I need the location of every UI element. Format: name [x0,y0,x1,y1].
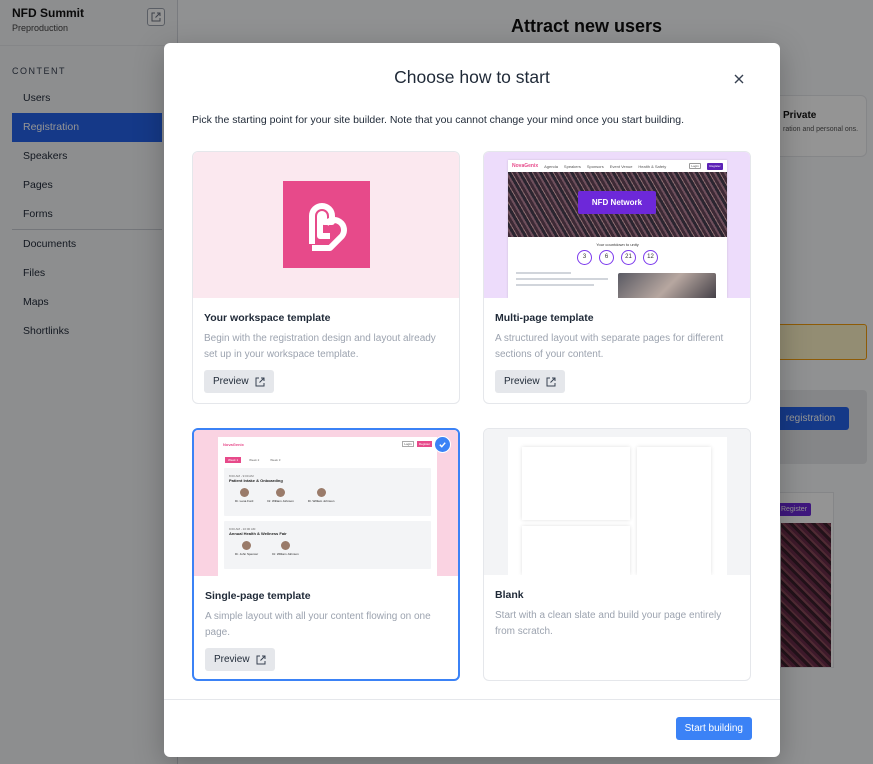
preview-logo: NovaGenix [512,163,539,169]
preview-login: Login [402,441,414,447]
preview-button-workspace[interactable]: Preview [204,370,274,393]
session-title: Annual Health & Wellness Fair [229,531,287,536]
preview-register: Register [707,162,723,170]
countdown-circle: 21 [621,250,636,265]
option-description: A structured layout with separate pages … [495,333,724,360]
preview-label: Preview [504,376,540,387]
close-icon [734,74,744,84]
preview-hero-button: NFD Network [578,191,656,214]
countdown-circle: 12 [643,250,658,265]
start-building-button[interactable]: Start building [675,717,752,740]
option-title: Single-page template [205,590,311,602]
option-title: Multi-page template [495,312,594,324]
multi-page-thumbnail: NovaGenix Agenda Speakers Sponsors Event… [484,152,750,298]
choose-start-dialog: Choose how to start Pick the starting po… [164,43,780,757]
preview-tab: Week 1 [225,457,242,463]
preview-session-block: 9:00 AM - 10:00 AM Annual Health & Welln… [224,521,431,569]
countdown-circle: 3 [577,250,592,265]
session-title: Patient Intake & Onboarding [229,478,283,483]
external-link-icon [546,377,556,386]
preview-countdown-label: Your countdown to unity [596,242,639,247]
option-description: Begin with the registration design and l… [204,333,436,360]
external-link-icon [255,377,265,386]
avatar [242,541,252,550]
preview-text-block [516,272,608,296]
footer-divider [164,699,780,700]
preview-register: Register [417,441,432,447]
workspace-template-thumbnail [193,152,459,298]
option-card-blank[interactable]: Blank Start with a clean slate and build… [483,428,751,681]
preview-nav-link: Sponsors [586,163,604,169]
avatar [316,488,326,497]
avatar [239,488,249,497]
preview-hero: NFD Network [508,172,727,237]
speaker: Dr. William Johnson [272,541,299,556]
session-speakers: Dr. John Spencer Dr. William Johnson [229,541,426,556]
multi-page-preview: NovaGenix Agenda Speakers Sponsors Event… [508,160,727,298]
preview-label: Preview [214,654,250,665]
preview-nav-link: Event Venue [609,163,633,169]
option-title: Blank [495,589,524,601]
speaker-name: Dr. William Johnson [307,499,335,503]
option-card-single-page-template[interactable]: NovaGenix Login Register Week 1 Week 2 W… [192,428,460,681]
preview-nav-link: Health & Safety [638,163,667,169]
placeholder-box [522,447,630,520]
preview-countdown: 3 6 21 12 [508,250,727,265]
preview-tabs: Week 1 Week 2 Week 3 [218,451,437,463]
preview-session-block: 8:00 AM - 9:00 AM Patient Intake & Onboa… [224,468,431,516]
preview-nav-link: Speakers [563,163,581,169]
blank-preview [508,437,727,575]
single-page-preview: NovaGenix Login Register Week 1 Week 2 W… [218,437,437,576]
speaker-name: Dr. John Spencer [235,552,259,556]
close-button[interactable] [730,70,748,88]
session-speakers: Dr. Lena Ford Dr. William Johnson Dr. Wi… [229,488,426,503]
speaker: Dr. William Johnson [267,488,294,503]
placeholder-box [522,526,630,575]
dialog-title: Choose how to start [394,67,550,87]
preview-nav: NovaGenix Login Register [218,437,437,451]
option-title: Your workspace template [204,312,331,324]
option-card-multi-page-template[interactable]: NovaGenix Agenda Speakers Sponsors Event… [483,151,751,404]
preview-tab: Week 2 [249,458,260,462]
speaker: Dr. Lena Ford [235,488,253,503]
dialog-description: Pick the starting point for your site bu… [192,114,685,126]
placeholder-box [637,447,711,575]
avatar [276,488,286,497]
heart-logo-icon [308,202,347,251]
preview-logo: NovaGenix [223,441,244,447]
speaker: Dr. John Spencer [235,541,258,556]
speaker-name: Dr. William Johnson [267,499,294,503]
speaker-name: Dr. William Johnson [272,552,299,556]
option-description: A simple layout with all your content fl… [205,611,431,638]
speaker: Dr. William Johnson [307,488,335,503]
external-link-icon [256,655,266,664]
selected-check-icon [434,436,451,453]
preview-label: Preview [213,376,249,387]
preview-login: Login [689,163,701,169]
preview-button-multi-page[interactable]: Preview [495,370,565,393]
preview-image [618,273,716,298]
blank-thumbnail [484,429,750,575]
option-card-workspace-template[interactable]: Your workspace template Begin with the r… [192,151,460,404]
preview-nav-link: Agenda [544,163,558,169]
avatar [280,541,290,550]
preview-tab: Week 3 [270,458,281,462]
preview-nav: NovaGenix Agenda Speakers Sponsors Event… [508,160,727,172]
workspace-logo [283,181,370,268]
single-page-thumbnail: NovaGenix Login Register Week 1 Week 2 W… [194,430,458,576]
countdown-circle: 6 [599,250,614,265]
preview-button-single-page[interactable]: Preview [205,648,275,671]
option-description: Start with a clean slate and build your … [495,610,722,637]
speaker-name: Dr. Lena Ford [235,499,254,503]
